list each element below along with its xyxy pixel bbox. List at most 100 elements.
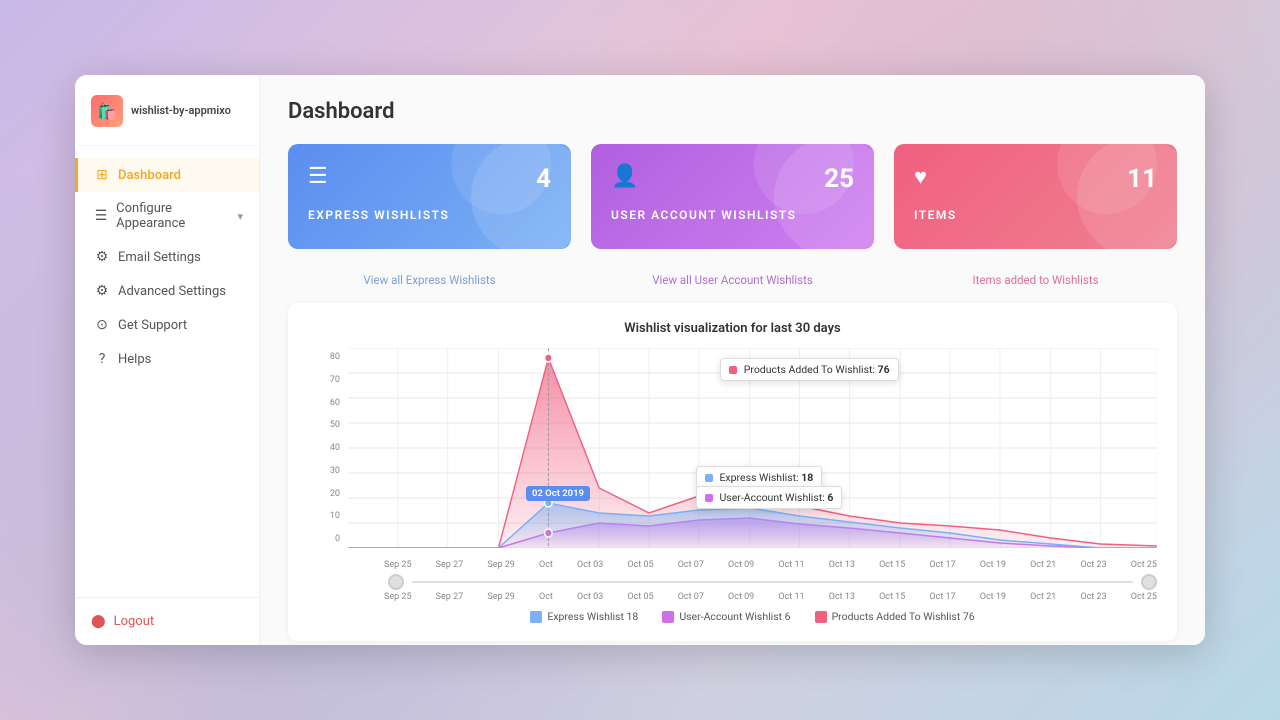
x-label-oct19: Oct 19 — [980, 560, 1006, 570]
x-label-oct13: Oct 13 — [829, 560, 855, 570]
configure-icon: ☰ — [94, 208, 108, 224]
x-label-oct: Oct — [539, 560, 553, 570]
x-label-oct17: Oct 17 — [929, 560, 955, 570]
chart-scroll-left[interactable] — [388, 574, 404, 590]
advanced-settings-icon: ⚙ — [94, 283, 110, 299]
legend-express: Express Wishlist 18 — [530, 610, 638, 623]
sidebar-label-email: Email Settings — [118, 250, 201, 265]
legend-user-account: User-Account Wishlist 6 — [662, 610, 790, 623]
y-tick-0: 0 — [308, 534, 340, 544]
sidebar-label-configure: Configure Appearance — [116, 201, 229, 231]
support-icon: ⊙ — [94, 317, 110, 333]
chart-section: Wishlist visualization for last 30 days … — [288, 303, 1177, 641]
sidebar-label-advanced: Advanced Settings — [118, 284, 226, 299]
user-account-wishlists-link[interactable]: View all User Account Wishlists — [591, 273, 874, 287]
app-logo-icon: 🛍️ — [91, 95, 123, 127]
x-bottom-oct03: Oct 03 — [577, 592, 603, 602]
express-wishlists-icon: ☰ — [308, 164, 328, 189]
page-title: Dashboard — [288, 99, 1177, 124]
x-label-oct05: Oct 05 — [627, 560, 653, 570]
chart-x-axis-bottom: Sep 25 Sep 27 Sep 29 Oct Oct 03 Oct 05 O… — [348, 592, 1157, 602]
sidebar-label-helps: Helps — [118, 352, 151, 367]
x-label-oct09: Oct 09 — [728, 560, 754, 570]
sidebar-item-get-support[interactable]: ⊙ Get Support — [75, 308, 259, 342]
x-bottom-sep25: Sep 25 — [384, 592, 412, 602]
x-bottom-oct21: Oct 21 — [1030, 592, 1056, 602]
x-bottom-oct11: Oct 11 — [778, 592, 804, 602]
x-label-oct07: Oct 07 — [678, 560, 704, 570]
user-account-wishlists-label: USER ACCOUNT WISHLISTS — [611, 208, 854, 222]
sidebar-item-dashboard[interactable]: ⊞ Dashboard — [75, 158, 259, 192]
stat-card-express-wishlists[interactable]: ☰ 4 EXPRESS WISHLISTS — [288, 144, 571, 249]
sidebar-label-dashboard: Dashboard — [118, 168, 181, 183]
x-label-oct15: Oct 15 — [879, 560, 905, 570]
y-tick-60: 60 — [308, 398, 340, 408]
items-link[interactable]: Items added to Wishlists — [894, 273, 1177, 287]
chart-scroll-right[interactable] — [1141, 574, 1157, 590]
y-tick-50: 50 — [308, 420, 340, 430]
express-wishlists-link[interactable]: View all Express Wishlists — [288, 273, 571, 287]
app-name: wishlist-by-appmixo — [131, 104, 231, 117]
x-bottom-oct09: Oct 09 — [728, 592, 754, 602]
x-bottom-oct07: Oct 07 — [678, 592, 704, 602]
stat-card-items[interactable]: ♥ 11 ITEMS — [894, 144, 1177, 249]
x-bottom-oct13: Oct 13 — [829, 592, 855, 602]
y-tick-70: 70 — [308, 375, 340, 385]
y-tick-30: 30 — [308, 466, 340, 476]
sidebar: 🛍️ wishlist-by-appmixo ⊞ Dashboard ☰ Con… — [75, 75, 260, 645]
x-label-sep25: Sep 25 — [384, 560, 412, 570]
card-links-row: View all Express Wishlists View all User… — [288, 265, 1177, 287]
x-bottom-oct15: Oct 15 — [879, 592, 905, 602]
legend-express-label: Express Wishlist 18 — [547, 610, 638, 623]
sidebar-item-advanced-settings[interactable]: ⚙ Advanced Settings — [75, 274, 259, 308]
sidebar-item-configure-appearance[interactable]: ☰ Configure Appearance ▾ — [75, 192, 259, 240]
y-tick-40: 40 — [308, 443, 340, 453]
chart-scrollbar[interactable] — [412, 581, 1133, 583]
chart-scroll-row — [348, 574, 1157, 590]
y-tick-80: 80 — [308, 352, 340, 362]
items-count: 11 — [1127, 164, 1157, 194]
chart-y-axis: 0 10 20 30 40 50 60 70 80 — [308, 348, 340, 548]
x-bottom-oct19: Oct 19 — [980, 592, 1006, 602]
logout-label: Logout — [114, 614, 155, 629]
chart-legend: Express Wishlist 18 User-Account Wishlis… — [348, 610, 1157, 623]
x-label-oct21: Oct 21 — [1030, 560, 1056, 570]
x-label-oct03: Oct 03 — [577, 560, 603, 570]
email-settings-icon: ⚙ — [94, 249, 110, 265]
x-label-sep29: Sep 29 — [487, 560, 515, 570]
sidebar-item-email-settings[interactable]: ⚙ Email Settings — [75, 240, 259, 274]
legend-products: Products Added To Wishlist 76 — [815, 610, 975, 623]
chevron-down-icon: ▾ — [237, 210, 243, 223]
dashboard-icon: ⊞ — [94, 167, 110, 183]
x-bottom-oct05: Oct 05 — [627, 592, 653, 602]
user-account-wishlists-count: 25 — [824, 164, 854, 194]
items-icon: ♥ — [914, 164, 927, 190]
legend-products-dot — [815, 611, 827, 623]
logout-icon: ⬤ — [91, 614, 106, 629]
express-wishlists-label: EXPRESS WISHLISTS — [308, 208, 551, 222]
sidebar-label-support: Get Support — [118, 318, 187, 333]
legend-user-dot — [662, 611, 674, 623]
x-label-oct11: Oct 11 — [778, 560, 804, 570]
stat-card-user-account-wishlists[interactable]: 👤 25 USER ACCOUNT WISHLISTS — [591, 144, 874, 249]
x-label-oct23: Oct 23 — [1080, 560, 1106, 570]
express-wishlists-count: 4 — [536, 164, 551, 194]
legend-express-dot — [530, 611, 542, 623]
sidebar-item-helps[interactable]: ? Helps — [75, 342, 259, 376]
legend-products-label: Products Added To Wishlist 76 — [832, 610, 975, 623]
x-bottom-oct: Oct — [539, 592, 553, 602]
chart-visualization — [348, 348, 1157, 548]
active-date-badge: 02 Oct 2019 — [526, 486, 590, 501]
x-bottom-sep29: Sep 29 — [487, 592, 515, 602]
logout-button[interactable]: ⬤ Logout — [91, 614, 243, 629]
x-label-oct25: Oct 25 — [1131, 560, 1157, 570]
x-bottom-oct23: Oct 23 — [1080, 592, 1106, 602]
stat-cards-row: ☰ 4 EXPRESS WISHLISTS 👤 25 USER ACCOUNT … — [288, 144, 1177, 249]
x-label-sep27: Sep 27 — [436, 560, 464, 570]
chart-x-axis: Sep 25 Sep 27 Sep 29 Oct Oct 03 Oct 05 O… — [348, 560, 1157, 570]
x-bottom-sep27: Sep 27 — [436, 592, 464, 602]
chart-title: Wishlist visualization for last 30 days — [308, 321, 1157, 336]
app-window: 🛍️ wishlist-by-appmixo ⊞ Dashboard ☰ Con… — [75, 75, 1205, 645]
items-label: ITEMS — [914, 208, 1157, 222]
y-tick-20: 20 — [308, 489, 340, 499]
